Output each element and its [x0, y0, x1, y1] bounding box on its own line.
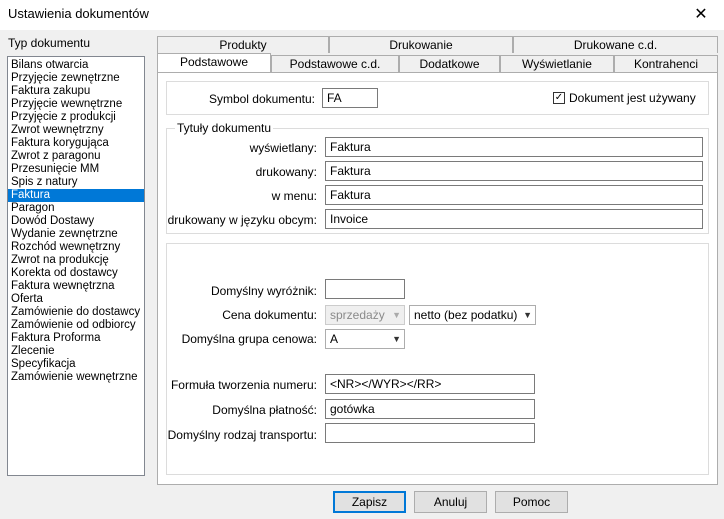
list-item[interactable]: Faktura Proforma	[8, 332, 144, 345]
menu-title-label: w menu:	[271, 189, 317, 203]
tab-podstawowe[interactable]: Podstawowe	[157, 53, 271, 72]
list-item[interactable]: Faktura wewnętrzna	[8, 280, 144, 293]
symbol-group: Symbol dokumentu: FA ✓ Dokument jest uży…	[166, 81, 709, 115]
list-item[interactable]: Zamówienie wewnętrzne	[8, 371, 144, 384]
document-price-label: Cena dokumentu:	[222, 308, 317, 322]
document-used-checkbox[interactable]: ✓ Dokument jest używany	[553, 91, 703, 106]
list-item[interactable]: Faktura zakupu	[8, 85, 144, 98]
default-transport-label: Domyślny rodzaj transportu:	[167, 428, 317, 442]
list-item[interactable]: Zamówienie od odbiorcy	[8, 319, 144, 332]
window-title: Ustawienia dokumentów	[8, 6, 149, 21]
number-formula-label: Formuła tworzenia numeru:	[170, 378, 317, 392]
titles-group: Tytuły dokumentu wyświetlany: Faktura dr…	[166, 121, 709, 234]
cancel-button[interactable]: Anuluj	[414, 491, 487, 513]
list-item[interactable]: Przyjęcie zewnętrzne	[8, 72, 144, 85]
symbol-label: Symbol dokumentu:	[208, 92, 315, 106]
chevron-down-icon[interactable]: ▼	[392, 330, 401, 348]
list-item[interactable]: Paragon	[8, 202, 144, 215]
settings-group: Domyślny wyróżnik: Cena dokumentu: sprze…	[166, 243, 709, 475]
tab-drukowanie[interactable]: Drukowanie	[329, 36, 513, 53]
close-icon[interactable]: ✕	[678, 0, 724, 30]
list-item[interactable]: Wydanie zewnętrzne	[8, 228, 144, 241]
list-item[interactable]: Zwrot z paragonu	[8, 150, 144, 163]
printed-title-input[interactable]: Faktura	[325, 161, 703, 181]
foreign-title-label: drukowany w języku obcym:	[167, 213, 317, 227]
list-item[interactable]: Specyfikacja	[8, 358, 144, 371]
displayed-title-label: wyświetlany:	[249, 141, 317, 155]
list-item[interactable]: Rozchód wewnętrzny	[8, 241, 144, 254]
price-group-label: Domyślna grupa cenowa:	[181, 332, 317, 346]
foreign-title-input[interactable]: Invoice	[325, 209, 703, 229]
list-item[interactable]: Bilans otwarcia	[8, 59, 144, 72]
save-button[interactable]: Zapisz	[333, 491, 406, 513]
default-marker-label: Domyślny wyróżnik:	[210, 284, 317, 298]
list-item[interactable]: Przesunięcie MM	[8, 163, 144, 176]
list-item[interactable]: Zlecenie	[8, 345, 144, 358]
default-transport-input[interactable]	[325, 423, 535, 443]
tab-strip: Produkty Drukowanie Drukowane c.d. Podst…	[157, 36, 718, 74]
titles-group-title: Tytuły dokumentu	[175, 121, 274, 135]
menu-title-input[interactable]: Faktura	[325, 185, 703, 205]
help-button[interactable]: Pomoc	[495, 491, 568, 513]
default-payment-input[interactable]: gotówka	[325, 399, 535, 419]
price-tax-select[interactable]: netto (bez podatku) ▼	[409, 305, 536, 325]
tab-drukowane-cd[interactable]: Drukowane c.d.	[513, 36, 718, 53]
list-item[interactable]: Spis z natury	[8, 176, 144, 189]
price-type-select: sprzedaży ▼	[325, 305, 405, 325]
document-type-list[interactable]: Bilans otwarcia Przyjęcie zewnętrzne Faktu…	[7, 56, 145, 476]
number-formula-input[interactable]: <NR></WYR></RR>	[325, 374, 535, 394]
list-item[interactable]: Dowód Dostawy	[8, 215, 144, 228]
tab-wyswietlanie[interactable]: Wyświetlanie	[500, 55, 614, 72]
price-tax-value: netto (bez podatku)	[414, 308, 518, 322]
list-item[interactable]: Oferta	[8, 293, 144, 306]
default-payment-label: Domyślna płatność:	[212, 403, 317, 417]
list-item[interactable]: Faktura	[8, 189, 144, 202]
document-type-label: Typ dokumentu	[8, 36, 91, 50]
price-group-select[interactable]: A ▼	[325, 329, 405, 349]
document-used-label: Dokument jest używany	[569, 91, 696, 105]
chevron-down-icon[interactable]: ▼	[523, 306, 532, 324]
list-item[interactable]: Faktura korygująca	[8, 137, 144, 150]
printed-title-label: drukowany:	[255, 165, 317, 179]
list-item[interactable]: Przyjęcie z produkcji	[8, 111, 144, 124]
default-marker-input[interactable]	[325, 279, 405, 299]
tab-produkty[interactable]: Produkty	[157, 36, 329, 53]
tab-kontrahenci[interactable]: Kontrahenci	[614, 55, 718, 72]
displayed-title-input[interactable]: Faktura	[325, 137, 703, 157]
price-type-value: sprzedaży	[330, 308, 385, 322]
title-bar: Ustawienia dokumentów ✕	[0, 0, 724, 30]
list-item[interactable]: Korekta od dostawcy	[8, 267, 144, 280]
list-item[interactable]: Zwrot na produkcję	[8, 254, 144, 267]
tab-panel-podstawowe: Symbol dokumentu: FA ✓ Dokument jest uży…	[157, 72, 718, 485]
checkbox-check-icon[interactable]: ✓	[553, 92, 565, 104]
tab-dodatkowe[interactable]: Dodatkowe	[399, 55, 500, 72]
chevron-down-icon: ▼	[392, 310, 401, 320]
list-item[interactable]: Przyjęcie wewnętrzne	[8, 98, 144, 111]
symbol-input[interactable]: FA	[322, 88, 378, 108]
price-group-value: A	[330, 332, 339, 346]
list-item[interactable]: Zwrot wewnętrzny	[8, 124, 144, 137]
list-item[interactable]: Zamówienie do dostawcy	[8, 306, 144, 319]
tab-podstawowe-cd[interactable]: Podstawowe c.d.	[271, 55, 399, 72]
